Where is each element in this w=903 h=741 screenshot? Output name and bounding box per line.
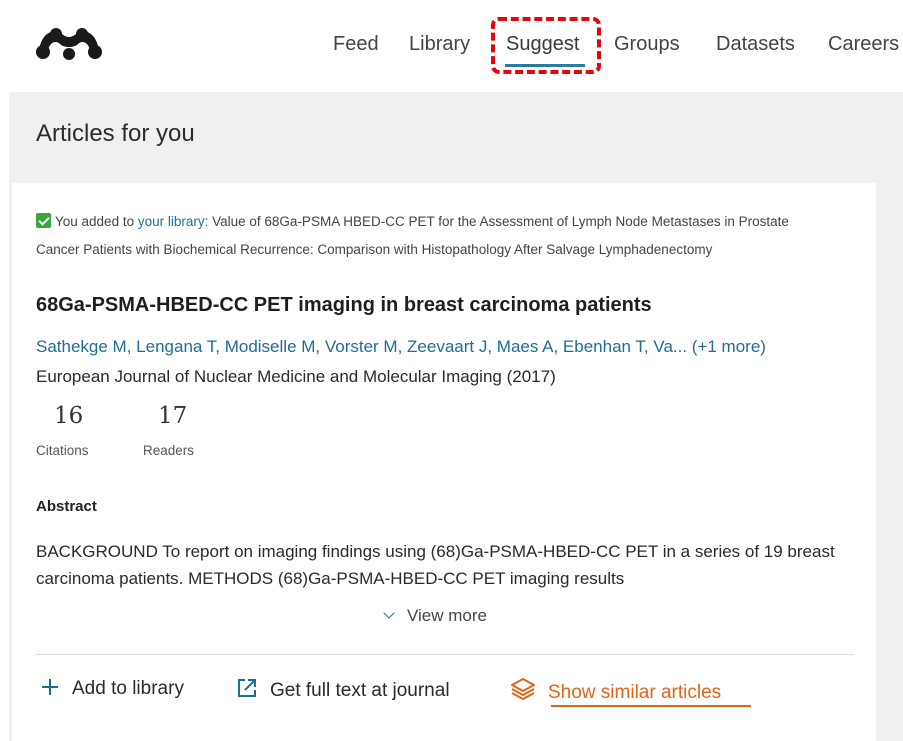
- plus-icon: [42, 679, 58, 695]
- get-full-text-button[interactable]: Get full text at journal: [236, 677, 450, 702]
- similar-underline: [551, 705, 751, 707]
- chevron-down-icon: [383, 607, 395, 619]
- panel-title: Articles for you: [36, 120, 195, 147]
- citations-label: Citations: [36, 443, 89, 458]
- add-to-library-button[interactable]: Add to library: [40, 677, 184, 700]
- abstract-heading: Abstract: [36, 498, 97, 515]
- nav-library[interactable]: Library: [409, 30, 470, 58]
- nav-datasets[interactable]: Datasets: [716, 30, 795, 58]
- checkmark-icon: [36, 213, 51, 228]
- show-similar-label: Show similar articles: [548, 682, 722, 703]
- abstract-text: BACKGROUND To report on imaging findings…: [36, 542, 835, 588]
- layers-icon: [511, 678, 535, 700]
- suggest-highlight-annotation: [491, 17, 601, 74]
- view-more-button[interactable]: View more: [383, 606, 487, 626]
- nav-groups[interactable]: Groups: [614, 30, 680, 58]
- divider: [36, 654, 854, 655]
- article-title[interactable]: 68Ga-PSMA-HBED-CC PET imaging in breast …: [36, 294, 652, 317]
- added-to-library-notice: You added to your library: Value of 68Ga…: [36, 208, 836, 264]
- article-card: [12, 183, 876, 741]
- article-journal: European Journal of Nuclear Medicine and…: [36, 367, 556, 386]
- readers-label: Readers: [143, 443, 195, 458]
- external-link-icon: [238, 679, 256, 697]
- your-library-link[interactable]: your library: [138, 214, 205, 229]
- show-similar-articles-button[interactable]: Show similar articles: [510, 677, 721, 704]
- nav-careers[interactable]: Careers: [828, 30, 899, 58]
- nav-feed[interactable]: Feed: [333, 30, 379, 58]
- add-to-library-label: Add to library: [72, 678, 184, 699]
- top-navigation-bar: Feed Library Suggest Groups Datasets Car…: [0, 0, 903, 90]
- main-nav: Feed Library Suggest Groups Datasets Car…: [0, 30, 903, 66]
- readers-count: 17: [158, 403, 188, 429]
- article-authors[interactable]: Sathekge M, Lengana T, Modiselle M, Vors…: [36, 337, 766, 357]
- view-more-label: View more: [407, 606, 487, 625]
- get-full-text-label: Get full text at journal: [270, 680, 450, 701]
- added-prefix: You added to: [55, 214, 138, 229]
- citations-count: 16: [54, 403, 84, 429]
